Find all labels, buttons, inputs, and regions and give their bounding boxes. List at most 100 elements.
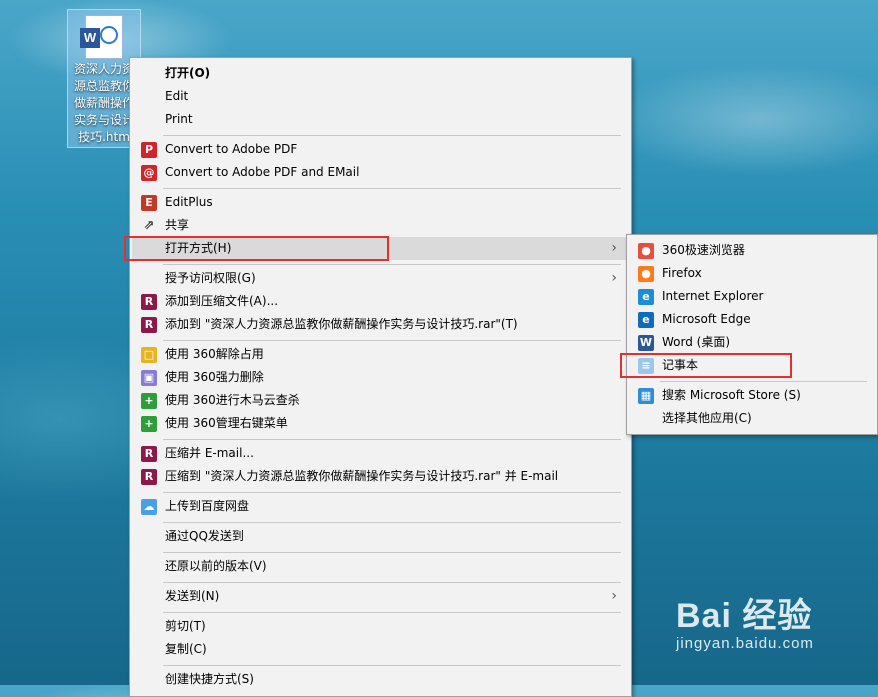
menu-item[interactable]: Print bbox=[132, 108, 629, 131]
menu-item[interactable]: ⇗ 共享 bbox=[132, 214, 629, 237]
menu-separator bbox=[163, 581, 621, 583]
menu-item-label: 添加到 "资深人力资源总监教你做薪酬操作实务与设计技巧.rar"(T) bbox=[165, 317, 518, 331]
menu-item[interactable]: 打开(O) bbox=[132, 62, 629, 85]
menu-separator bbox=[163, 339, 621, 341]
360-unlock-icon: □ bbox=[141, 347, 157, 363]
winrar-icon: R bbox=[141, 469, 157, 485]
menu-separator bbox=[163, 438, 621, 440]
menu-item[interactable]: □ 使用 360解除占用 bbox=[132, 343, 629, 366]
watermark-brand: Bai 经验 bbox=[676, 597, 813, 635]
menu-item[interactable]: E EditPlus bbox=[132, 191, 629, 214]
menu-item-label: 使用 360进行木马云查杀 bbox=[165, 393, 300, 407]
menu-separator bbox=[163, 611, 621, 613]
open-with-submenu: ● 360极速浏览器 ● Firefox e Internet Explorer e Micr… bbox=[626, 234, 878, 435]
360-browser-icon: ● bbox=[638, 243, 654, 259]
menu-item-label: 授予访问权限(G) bbox=[165, 271, 256, 285]
submenu-item[interactable]: ● 360极速浏览器 bbox=[629, 239, 875, 262]
menu-item-label: 剪切(T) bbox=[165, 619, 206, 633]
share-icon: ⇗ bbox=[143, 218, 155, 233]
menu-separator bbox=[163, 491, 621, 493]
menu-item-label: 发送到(N) bbox=[165, 589, 220, 603]
menu-item[interactable]: R 添加到压缩文件(A)... bbox=[132, 290, 629, 313]
submenu-item-label: Internet Explorer bbox=[662, 289, 764, 303]
chevron-right-icon: › bbox=[611, 240, 617, 256]
menu-item-label: EditPlus bbox=[165, 195, 213, 209]
menu-item-label: Edit bbox=[165, 89, 189, 103]
menu-item[interactable]: + 使用 360管理右键菜单 bbox=[132, 412, 629, 435]
menu-item-label: 共享 bbox=[165, 218, 190, 232]
menu-item-label: 打开(O) bbox=[165, 66, 211, 80]
menu-item-label: 创建快捷方式(S) bbox=[165, 672, 254, 686]
menu-item[interactable]: Edit bbox=[132, 85, 629, 108]
submenu-item[interactable]: 选择其他应用(C) bbox=[629, 407, 875, 430]
submenu-item[interactable]: ● Firefox bbox=[629, 262, 875, 285]
submenu-item-label: 选择其他应用(C) bbox=[662, 411, 752, 425]
menu-item[interactable]: 通过QQ发送到 bbox=[132, 525, 629, 548]
edge-icon: e bbox=[638, 312, 654, 328]
360-delete-icon: ▣ bbox=[141, 370, 157, 386]
menu-item[interactable]: + 使用 360进行木马云查杀 bbox=[132, 389, 629, 412]
menu-item[interactable]: ▣ 使用 360强力删除 bbox=[132, 366, 629, 389]
globe-icon bbox=[100, 26, 118, 44]
chevron-right-icon: › bbox=[611, 588, 617, 604]
menu-separator bbox=[163, 187, 621, 189]
menu-item-label: 压缩并 E-mail... bbox=[165, 446, 254, 460]
open-with-highlight-box bbox=[124, 236, 389, 261]
menu-item[interactable]: 剪切(T) bbox=[132, 615, 629, 638]
menu-item-label: 使用 360强力删除 bbox=[165, 370, 264, 384]
winrar-icon: R bbox=[141, 317, 157, 333]
menu-item[interactable]: R 压缩并 E-mail... bbox=[132, 442, 629, 465]
submenu-item-label: Firefox bbox=[662, 266, 702, 280]
watermark-url: jingyan.baidu.com bbox=[676, 635, 814, 652]
menu-separator bbox=[163, 134, 621, 136]
menu-item-label: 通过QQ发送到 bbox=[165, 529, 244, 543]
notepad-highlight-box bbox=[620, 353, 792, 378]
submenu-item[interactable]: W Word (桌面) bbox=[629, 331, 875, 354]
word-badge-icon: W bbox=[80, 28, 100, 48]
word-html-file-icon: W bbox=[80, 15, 123, 59]
menu-item[interactable]: @ Convert to Adobe PDF and EMail bbox=[132, 161, 629, 184]
menu-item[interactable]: R 压缩到 "资深人力资源总监教你做薪酬操作实务与设计技巧.rar" 并 E-ma… bbox=[132, 465, 629, 488]
menu-separator bbox=[163, 551, 621, 553]
menu-item-label: 添加到压缩文件(A)... bbox=[165, 294, 279, 308]
submenu-item-label: Microsoft Edge bbox=[662, 312, 751, 326]
menu-item[interactable]: R 添加到 "资深人力资源总监教你做薪酬操作实务与设计技巧.rar"(T) bbox=[132, 313, 629, 336]
menu-separator bbox=[163, 263, 621, 265]
360-menu-icon: + bbox=[141, 416, 157, 432]
editplus-icon: E bbox=[141, 195, 157, 211]
menu-item[interactable]: P Convert to Adobe PDF bbox=[132, 138, 629, 161]
360-scan-icon: + bbox=[141, 393, 157, 409]
submenu-item[interactable]: e Microsoft Edge bbox=[629, 308, 875, 331]
store-icon: ▦ bbox=[638, 388, 654, 404]
menu-item-label: Convert to Adobe PDF bbox=[165, 142, 298, 156]
menu-item-label: 复制(C) bbox=[165, 642, 207, 656]
winrar-icon: R bbox=[141, 446, 157, 462]
menu-item[interactable]: 授予访问权限(G) › bbox=[132, 267, 629, 290]
submenu-item[interactable]: ▦ 搜索 Microsoft Store (S) bbox=[629, 384, 875, 407]
menu-item[interactable]: 还原以前的版本(V) bbox=[132, 555, 629, 578]
menu-separator bbox=[163, 521, 621, 523]
submenu-item[interactable]: e Internet Explorer bbox=[629, 285, 875, 308]
context-menu: 打开(O) Edit Print P Convert to Adobe PDF @ Conv… bbox=[129, 57, 632, 697]
baidu-netdisk-icon: ☁ bbox=[141, 499, 157, 515]
menu-item[interactable]: 发送到(N) › bbox=[132, 585, 629, 608]
menu-item-label: 使用 360解除占用 bbox=[165, 347, 264, 361]
firefox-icon: ● bbox=[638, 266, 654, 282]
menu-item-label: Convert to Adobe PDF and EMail bbox=[165, 165, 360, 179]
baidu-jingyan-watermark: Bai 经验 jingyan.baidu.com bbox=[676, 588, 814, 652]
menu-item-label: 使用 360管理右键菜单 bbox=[165, 416, 288, 430]
menu-item[interactable]: ☁ 上传到百度网盘 bbox=[132, 495, 629, 518]
menu-item[interactable]: 复制(C) bbox=[132, 638, 629, 661]
adobe-pdf-icon: P bbox=[141, 142, 157, 158]
menu-item-label: 上传到百度网盘 bbox=[165, 499, 250, 513]
menu-item-label: 压缩到 "资深人力资源总监教你做薪酬操作实务与设计技巧.rar" 并 E-mai… bbox=[165, 469, 559, 483]
menu-item[interactable]: 创建快捷方式(S) bbox=[132, 668, 629, 691]
adobe-pdf-email-icon: @ bbox=[141, 165, 157, 181]
menu-item-label: 还原以前的版本(V) bbox=[165, 559, 267, 573]
menu-separator bbox=[163, 664, 621, 666]
word-icon: W bbox=[638, 335, 654, 351]
chevron-right-icon: › bbox=[611, 270, 617, 286]
submenu-item-label: Word (桌面) bbox=[662, 335, 731, 349]
menu-item-label: Print bbox=[165, 112, 193, 126]
menu-separator bbox=[660, 380, 867, 382]
